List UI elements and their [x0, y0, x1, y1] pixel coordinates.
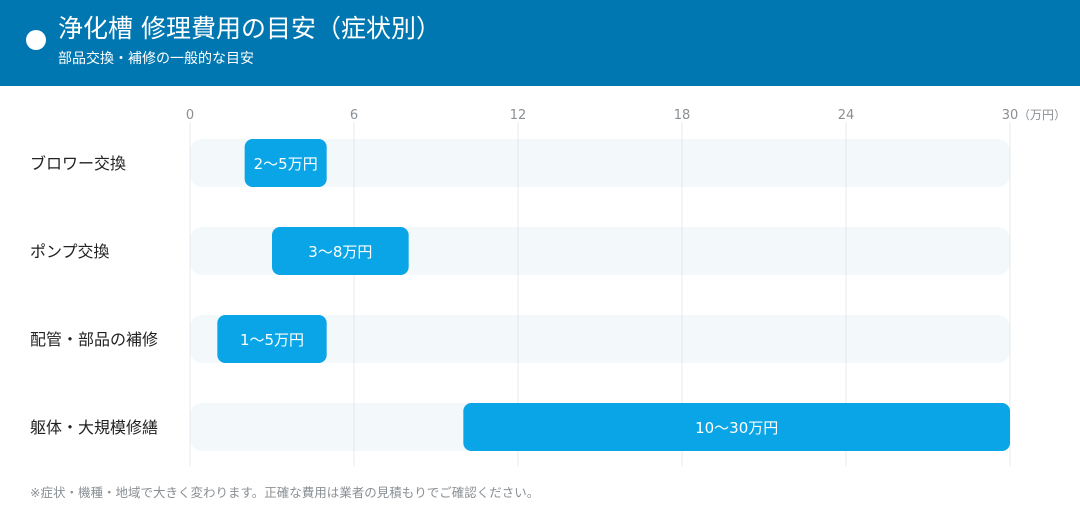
x-tick-label: 24 [838, 108, 855, 123]
x-tick-label: 18 [674, 108, 691, 123]
category-label: 躯体・大規模修繕 [30, 418, 158, 437]
x-axis-unit-label: （万円） [1018, 108, 1066, 122]
bullet-dot-icon [26, 30, 46, 50]
chart-header: 浄化槽 修理費用の目安（症状別） 部品交換・補修の一般的な目安 [0, 0, 1080, 86]
bar-value-label: 2〜5万円 [254, 155, 318, 173]
category-label: 配管・部品の補修 [30, 330, 158, 349]
bar-value-label: 3〜8万円 [308, 243, 372, 261]
category-label: ポンプ交換 [30, 242, 110, 261]
x-tick-label: 0 [186, 108, 194, 123]
x-tick-label: 12 [510, 108, 527, 123]
x-tick-label: 30 [1002, 108, 1019, 123]
chart-subtitle: 部品交換・補修の一般的な目安 [58, 51, 254, 67]
x-tick-label: 6 [350, 108, 358, 123]
chart-title: 浄化槽 修理費用の目安（症状別） [58, 14, 441, 43]
range-bar-chart: 0 6 12 18 24 30 （万円） ブロワー交換ポンプ交換配管・部品の補修躯体・大規模修… [30, 108, 1066, 466]
bar-value-label: 1〜5万円 [240, 331, 304, 349]
bar-value-label: 10〜30万円 [695, 419, 778, 437]
footnote: ※症状・機種・地域で大きく変わります。正確な費用は業者の見積もりでご確認ください… [30, 485, 540, 500]
category-label: ブロワー交換 [30, 154, 126, 173]
